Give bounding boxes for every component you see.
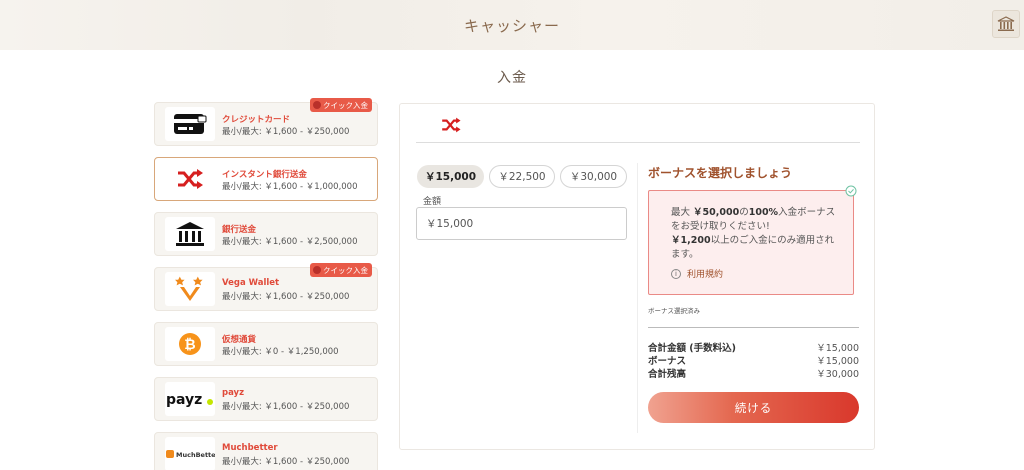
check-circle-icon bbox=[845, 185, 857, 197]
method-credit-card[interactable]: クレジットカード 最小/最大: ￥1,600 - ￥250,000 クイック入金 bbox=[154, 98, 378, 146]
method-name: payz bbox=[222, 388, 245, 398]
vega-wallet-icon bbox=[175, 276, 203, 301]
bank-button[interactable] bbox=[992, 10, 1020, 38]
muchbetter-logo: MuchBetter bbox=[166, 450, 215, 459]
bonus-description: 最大 ￥50,000の100%入金ボーナスをお受け取りください! ￥1,200以… bbox=[671, 207, 836, 260]
svg-text:₿: ₿ bbox=[184, 337, 195, 353]
bitcoin-icon: ₿ bbox=[179, 333, 201, 355]
svg-text:payz: payz bbox=[166, 392, 202, 408]
method-range: 最小/最大: ￥1,600 - ￥250,000 bbox=[222, 457, 350, 467]
deposit-panel: ￥15,000 ￥22,500 ￥30,000 金額 ￥15,000 ボーナスを… bbox=[399, 103, 875, 450]
shuffle-icon bbox=[178, 169, 203, 189]
quick-deposit-badge: クイック入金 bbox=[310, 263, 372, 277]
method-logo bbox=[165, 107, 215, 141]
method-range: 最小/最大: ￥0 - ￥1,250,000 bbox=[222, 347, 339, 357]
method-muchbetter[interactable]: MuchBetter Muchbetter 最小/最大: ￥1,600 - ￥2… bbox=[154, 432, 378, 470]
svg-text:MuchBetter: MuchBetter bbox=[176, 451, 215, 459]
amount-label: 金額 bbox=[423, 197, 442, 207]
payment-method-list: クレジットカード 最小/最大: ￥1,600 - ￥250,000 クイック入金… bbox=[154, 98, 378, 470]
summary-value: ￥15,000 bbox=[816, 356, 859, 367]
bonus-title: ボーナスを選択しましょう bbox=[648, 166, 793, 180]
bonus-card[interactable]: 最大 ￥50,000の100%入金ボーナスをお受け取りください! ￥1,200以… bbox=[648, 185, 857, 295]
payz-logo: payz bbox=[166, 392, 213, 408]
method-name: 仮想通貨 bbox=[222, 335, 257, 345]
method-range: 最小/最大: ￥1,600 - ￥250,000 bbox=[222, 402, 350, 412]
method-bank-transfer[interactable]: 銀行送金 最小/最大: ￥1,600 - ￥2,500,000 bbox=[154, 212, 378, 256]
summary-value: ￥15,000 bbox=[816, 343, 859, 354]
amount-option-22500[interactable]: ￥22,500 bbox=[489, 165, 555, 188]
shuffle-icon bbox=[442, 117, 461, 133]
method-logo: MuchBetter bbox=[165, 437, 215, 470]
bonus-selected-note: ボーナス選択済み bbox=[648, 307, 700, 315]
quick-deposit-badge: クイック入金 bbox=[310, 98, 372, 112]
quick-deposit-icon bbox=[313, 101, 321, 109]
terms-label: 利用規約 bbox=[687, 270, 724, 280]
divider bbox=[416, 142, 860, 143]
amount-input[interactable]: ￥15,000 bbox=[416, 207, 627, 240]
method-logo bbox=[165, 272, 215, 306]
method-name: インスタント銀行送金 bbox=[222, 170, 307, 180]
summary-row-total: 合計金額 (手数料込) ￥15,000 bbox=[648, 340, 859, 354]
info-icon: i bbox=[671, 268, 681, 279]
method-range: 最小/最大: ￥1,600 - ￥250,000 bbox=[222, 127, 350, 137]
method-payz[interactable]: payz payz 最小/最大: ￥1,600 - ￥250,000 bbox=[154, 377, 378, 421]
cashier-title: キャッシャー bbox=[463, 17, 560, 35]
summary-value: ￥30,000 bbox=[816, 369, 859, 380]
method-range: 最小/最大: ￥1,600 - ￥1,000,000 bbox=[222, 182, 358, 192]
summary-label: 合計残高 bbox=[648, 369, 687, 380]
method-logo bbox=[165, 162, 215, 196]
divider bbox=[648, 327, 859, 328]
continue-button[interactable]: 続ける bbox=[648, 392, 859, 423]
summary-row-balance: 合計残高 ￥30,000 bbox=[648, 366, 859, 380]
method-instant-bank-transfer[interactable]: インスタント銀行送金 最小/最大: ￥1,600 - ￥1,000,000 bbox=[154, 157, 378, 201]
terms-link[interactable]: i 利用規約 bbox=[671, 267, 723, 280]
method-name: クレジットカード bbox=[222, 115, 291, 125]
summary-label: 合計金額 (手数料込) bbox=[648, 343, 736, 354]
bank-icon bbox=[997, 16, 1015, 31]
method-logo: ₿ bbox=[165, 327, 215, 361]
cashier-header: キャッシャー bbox=[0, 0, 1024, 50]
quick-deposit-label: クイック入金 bbox=[323, 100, 368, 110]
page-title: 入金 bbox=[497, 70, 527, 86]
method-crypto[interactable]: ₿ 仮想通貨 最小/最大: ￥0 - ￥1,250,000 bbox=[154, 322, 378, 366]
method-range: 最小/最大: ￥1,600 - ￥250,000 bbox=[222, 292, 350, 302]
summary-row-bonus: ボーナス ￥15,000 bbox=[648, 353, 859, 367]
amount-option-15000[interactable]: ￥15,000 bbox=[417, 165, 484, 188]
selected-method-icon bbox=[440, 116, 462, 138]
quick-deposit-icon bbox=[313, 266, 321, 274]
summary-label: ボーナス bbox=[648, 356, 687, 367]
method-name: 銀行送金 bbox=[222, 225, 257, 235]
method-range: 最小/最大: ￥1,600 - ￥2,500,000 bbox=[222, 237, 358, 247]
credit-card-icon bbox=[174, 114, 207, 134]
bank-icon bbox=[176, 222, 204, 246]
method-logo bbox=[165, 217, 215, 251]
method-name: Muchbetter bbox=[222, 443, 278, 453]
method-vega-wallet[interactable]: Vega Wallet 最小/最大: ￥1,600 - ￥250,000 クイッ… bbox=[154, 263, 378, 311]
amount-option-30000[interactable]: ￥30,000 bbox=[560, 165, 627, 188]
method-name: Vega Wallet bbox=[222, 278, 280, 288]
divider bbox=[637, 163, 638, 433]
quick-deposit-label: クイック入金 bbox=[323, 265, 368, 275]
method-logo: payz bbox=[165, 382, 215, 416]
